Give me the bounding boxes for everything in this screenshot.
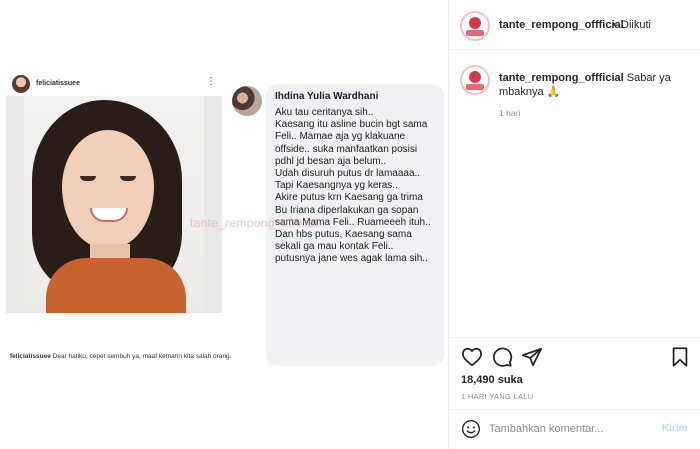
commenter-avatar <box>232 86 262 116</box>
header-separator: • <box>612 19 616 31</box>
smiley-icon[interactable] <box>461 419 481 439</box>
comment-icon[interactable] <box>491 346 513 368</box>
follow-status-button[interactable]: Diikuti <box>621 19 651 31</box>
post-image[interactable]: feliciatissuee ⋮ feliciatissuee Dear hat… <box>0 0 449 449</box>
post-header: tante_rempong_offficial • Diikuti <box>449 0 700 50</box>
comment-input[interactable] <box>489 419 649 439</box>
embedded-post-header: feliciatissuee ⋮ <box>10 74 220 96</box>
embedded-caption: feliciatissuee Dear hatiku, cepet sembuh… <box>10 352 242 362</box>
post-panel: tante_rempong_offficial • Diikuti tante_… <box>449 0 700 449</box>
embedded-photo-frame <box>6 96 222 313</box>
photo-face <box>62 130 154 248</box>
post-date: 1 HARI YANG LALU <box>461 392 534 401</box>
comment-author: Ihdina Yulia Wardhani <box>275 91 379 102</box>
comments-list[interactable]: tante_rempong_offficial Sabar ya mbaknya… <box>449 51 700 337</box>
add-comment-bar: Kirim <box>449 409 700 449</box>
photo-eye-right <box>120 176 136 181</box>
embedded-username: feliciatissuee <box>36 80 80 87</box>
more-options-icon: ⋮ <box>206 76 216 87</box>
portrait-photo <box>24 96 204 313</box>
action-bar: 18,490 suka 1 HARI YANG LALU <box>449 337 700 407</box>
caption-username[interactable]: tante_rempong_offficial <box>499 72 624 84</box>
photo-sweater <box>46 258 186 313</box>
paper-plane-icon[interactable] <box>521 346 543 368</box>
embedded-caption-text: Dear hatiku, cepet sembuh ya, maaf kemar… <box>50 353 232 360</box>
embedded-avatar <box>12 75 30 93</box>
comment-text: Aku tau ceritanya sih.. Kaesang itu asli… <box>275 107 431 265</box>
caption-avatar[interactable] <box>460 65 490 95</box>
bookmark-icon[interactable] <box>669 346 691 368</box>
send-comment-button[interactable]: Kirim <box>662 423 688 434</box>
caption: tante_rempong_offficial Sabar ya mbaknya… <box>499 71 694 99</box>
author-avatar[interactable] <box>460 11 490 41</box>
embedded-instagram-post: feliciatissuee ⋮ <box>6 72 222 317</box>
like-count[interactable]: 18,490 suka <box>461 374 523 386</box>
caption-time: 1 hari <box>499 108 521 118</box>
heart-icon[interactable] <box>461 346 483 368</box>
photo-eye-left <box>80 176 96 181</box>
watermark: tante_rempong_official <box>190 216 318 230</box>
author-username[interactable]: tante_rempong_offficial <box>499 19 624 31</box>
embedded-caption-user: feliciatissuee <box>10 353 51 360</box>
